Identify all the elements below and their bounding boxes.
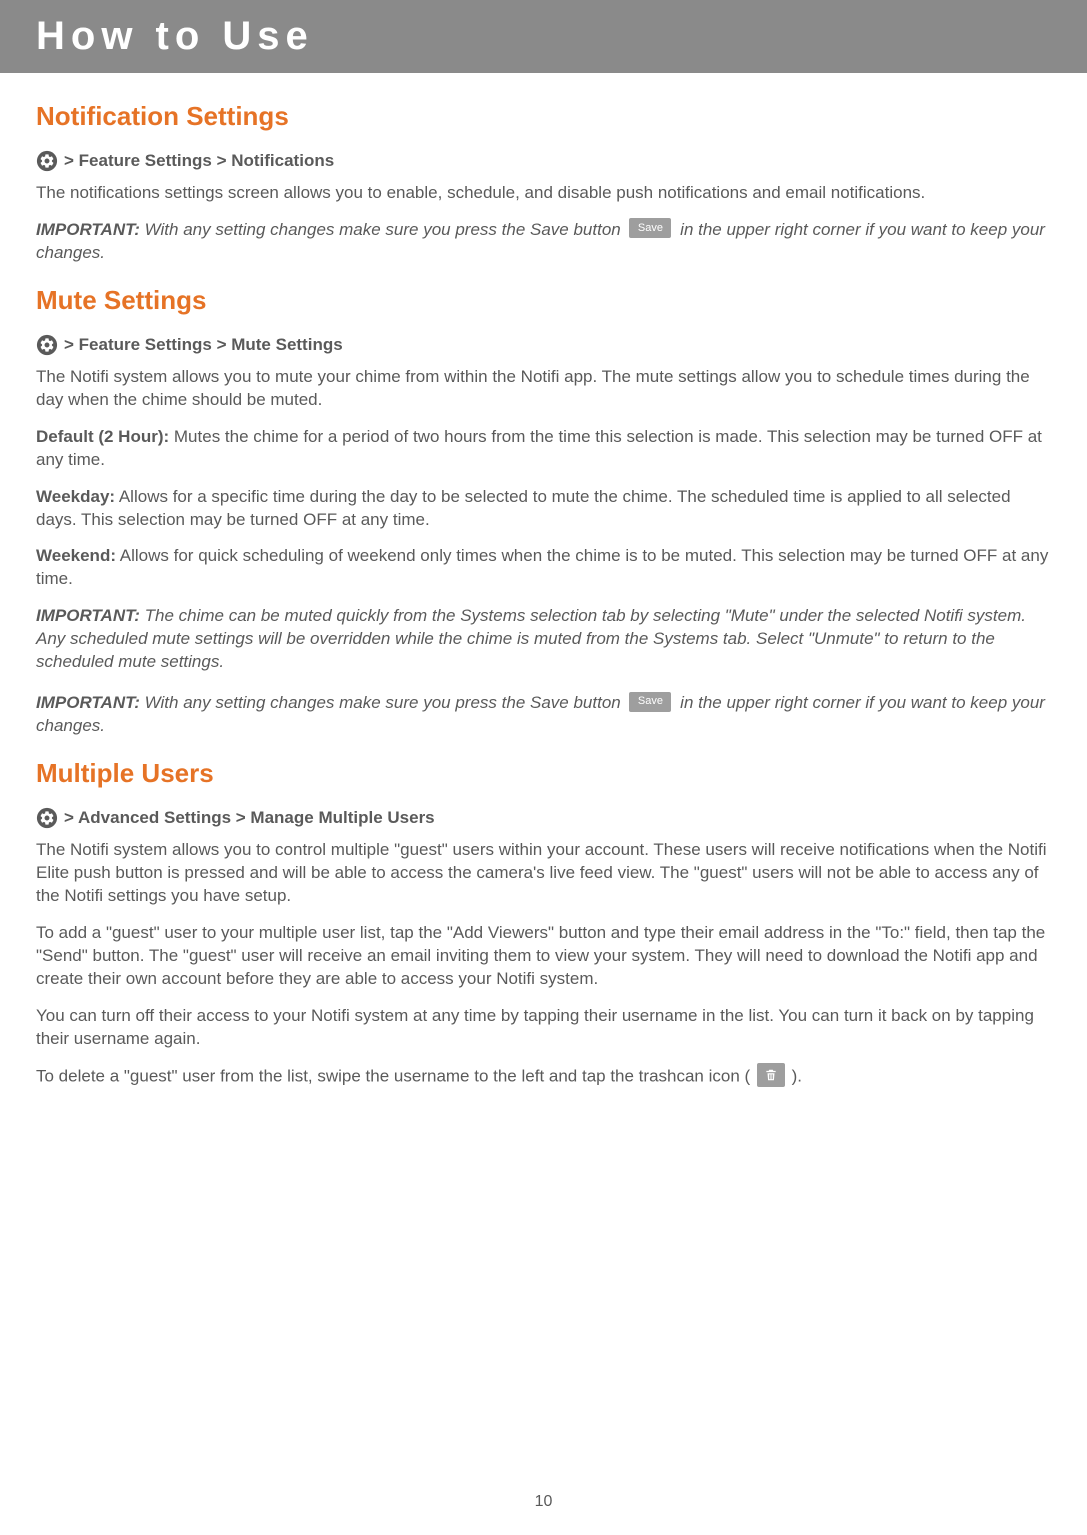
heading-notification-settings: Notification Settings (36, 101, 1051, 132)
spacer (36, 1103, 1051, 1433)
gear-icon (36, 150, 58, 172)
label-weekend: Weekend: (36, 546, 116, 565)
text-weekday: Allows for a specific time during the da… (36, 487, 1011, 529)
save-icon-label: Save (638, 221, 663, 236)
trashcan-icon (757, 1063, 785, 1087)
important-label: IMPORTANT: (36, 606, 140, 625)
page-number: 10 (0, 1433, 1087, 1523)
breadcrumb-text: > Advanced Settings > Manage Multiple Us… (64, 808, 435, 828)
save-icon: Save (629, 218, 671, 238)
save-icon: Save (629, 692, 671, 712)
heading-mute-settings: Mute Settings (36, 285, 1051, 316)
important-note: IMPORTANT: The chime can be muted quickl… (36, 605, 1051, 674)
text-weekend: Allows for quick scheduling of weekend o… (36, 546, 1048, 588)
save-icon-label: Save (638, 694, 663, 709)
breadcrumb-notifications: > Feature Settings > Notifications (36, 150, 1051, 172)
breadcrumb-users: > Advanced Settings > Manage Multiple Us… (36, 807, 1051, 829)
heading-multiple-users: Multiple Users (36, 758, 1051, 789)
label-default: Default (2 Hour): (36, 427, 169, 446)
gear-icon (36, 334, 58, 356)
important-text-a: With any setting changes make sure you p… (140, 693, 626, 712)
important-text: The chime can be muted quickly from the … (36, 606, 1026, 671)
paragraph-weekday: Weekday: Allows for a specific time duri… (36, 486, 1051, 532)
breadcrumb-text: > Feature Settings > Notifications (64, 151, 334, 171)
paragraph-default: Default (2 Hour): Mutes the chime for a … (36, 426, 1051, 472)
banner-title: How to Use (36, 14, 314, 58)
text-delete-a: To delete a "guest" user from the list, … (36, 1066, 755, 1085)
important-note: IMPORTANT: With any setting changes make… (36, 219, 1051, 265)
breadcrumb-mute: > Feature Settings > Mute Settings (36, 334, 1051, 356)
page-root: How to Use Notification Settings > Featu… (0, 0, 1087, 1523)
label-weekday: Weekday: (36, 487, 115, 506)
paragraph: To add a "guest" user to your multiple u… (36, 922, 1051, 991)
important-label: IMPORTANT: (36, 693, 140, 712)
breadcrumb-text: > Feature Settings > Mute Settings (64, 335, 343, 355)
content: Notification Settings > Feature Settings… (0, 73, 1087, 1433)
text-delete-b: ). (787, 1066, 802, 1085)
paragraph-weekend: Weekend: Allows for quick scheduling of … (36, 545, 1051, 591)
gear-icon (36, 807, 58, 829)
paragraph: The Notifi system allows you to control … (36, 839, 1051, 908)
paragraph-delete: To delete a "guest" user from the list, … (36, 1065, 1051, 1089)
banner: How to Use (0, 0, 1087, 73)
important-note: IMPORTANT: With any setting changes make… (36, 692, 1051, 738)
paragraph: The Notifi system allows you to mute you… (36, 366, 1051, 412)
text-default: Mutes the chime for a period of two hour… (36, 427, 1042, 469)
important-label: IMPORTANT: (36, 220, 140, 239)
paragraph: The notifications settings screen allows… (36, 182, 1051, 205)
paragraph: You can turn off their access to your No… (36, 1005, 1051, 1051)
important-text-a: With any setting changes make sure you p… (140, 220, 626, 239)
